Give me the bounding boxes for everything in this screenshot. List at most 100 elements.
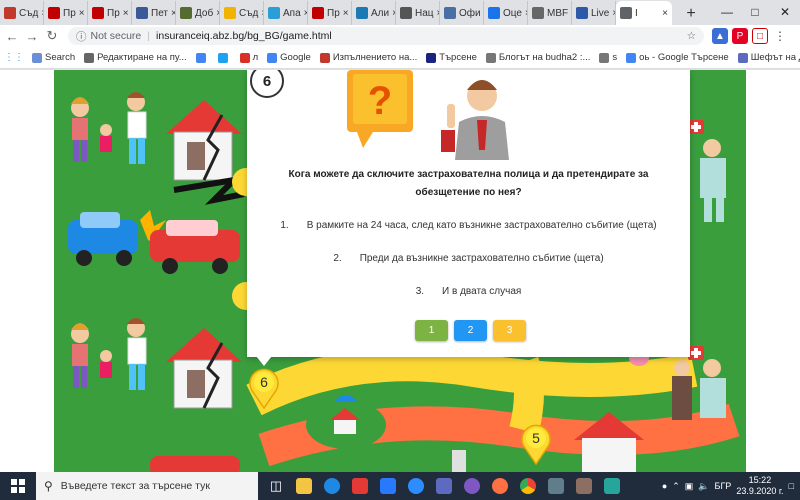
bookmark-item[interactable]: Шефът на ДАИ изб... [737,52,800,63]
browser-tab[interactable]: Апа× [264,1,308,25]
bookmark-item[interactable]: Search [32,52,75,63]
bookmark-favicon-icon [84,52,95,63]
browser-tab[interactable]: Live× [572,1,616,25]
bookmark-list: Search Редактиране на пу... л Google Изпълне… [32,52,800,63]
bookmark-item[interactable]: оь - Google Търсене [626,52,729,63]
chevron-up-icon[interactable]: ⌃ [672,481,680,492]
address-bar[interactable]: ⓘ Not secure | insuranceiq.abz.bg/bg_BG/… [68,27,704,45]
browser-tab[interactable]: Съд× [220,1,264,25]
close-window-button[interactable]: ✕ [770,0,800,24]
tab-close-icon[interactable]: × [662,8,668,19]
browser-tab[interactable]: Оце× [484,1,528,25]
people-icon[interactable]: ● [662,481,667,491]
bookmark-item[interactable] [217,52,231,63]
zoom-icon[interactable] [402,472,430,500]
board-marker-6[interactable]: 6 [247,366,281,410]
viber-icon[interactable] [458,472,486,500]
car-crash-illustration [68,210,240,274]
separator: | [147,30,151,42]
question-illustration: ? [347,70,509,160]
bookmark-item[interactable]: л [239,52,258,63]
family-illustration-2 [71,318,242,472]
security-label: Not secure [90,30,142,42]
browser-tab[interactable]: Нац× [396,1,440,25]
notification-icon[interactable]: □ [789,481,794,491]
reload-icon[interactable]: ↻ [42,26,62,46]
tab-favicon-icon [488,7,500,19]
tab-close-icon[interactable]: × [123,8,129,19]
tab-favicon-icon [444,7,456,19]
clock[interactable]: 15:22 23.9.2020 г. [736,475,783,497]
browser-tab[interactable]: Пр × [44,1,88,25]
bookmarks-bar: ⋮⋮ Search Редактиране на пу... л Google Изпъ… [0,47,800,69]
clock-date: 23.9.2020 г. [736,486,784,496]
extension-icon[interactable]: ▲ [712,28,728,44]
answer-number: 3. [415,286,425,297]
chrome-icon[interactable] [514,472,542,500]
tab-label: Пет [151,7,168,19]
forward-icon[interactable]: → [22,26,42,46]
tab-favicon-icon [268,7,280,19]
task-view-icon[interactable]: ◫ [262,472,290,500]
store-icon[interactable] [346,472,374,500]
bookmark-item[interactable]: Изпълнението на... [319,52,417,63]
answer-buttons: 1 2 3 [415,320,526,341]
tab-favicon-icon [312,7,324,19]
pinterest-icon[interactable]: P [732,28,748,44]
tab-favicon-icon [4,7,16,19]
bookmark-star-icon[interactable]: ☆ [687,30,696,42]
browser-tab[interactable]: Съд× [0,1,44,25]
tab-favicon-icon [92,7,104,19]
file-explorer-icon[interactable] [290,472,318,500]
bookmark-item[interactable]: Блогът на budha2 :... [485,52,590,63]
network-icon[interactable]: ▣ [685,481,694,492]
info-icon[interactable]: ⓘ [76,29,87,44]
apps-icon[interactable]: ⋮⋮ [4,52,24,63]
tab-close-icon[interactable]: × [79,8,85,19]
bookmark-item[interactable]: Google [267,52,311,63]
tab-favicon-icon [400,7,412,19]
taskbar-search[interactable]: ⚲ Въведете текст за търсене тук [36,472,258,500]
browser-tab[interactable]: MBF× [528,1,572,25]
bookmark-item[interactable] [195,52,209,63]
board-marker-5[interactable]: 5 [519,422,553,466]
browser-tab[interactable]: Али× [352,1,396,25]
paint-icon[interactable] [598,472,626,500]
browser-tab[interactable]: Пр × [88,1,132,25]
extension-box-icon[interactable]: □ [752,28,768,44]
browser-tab[interactable]: I × [616,1,672,25]
web-page: 6 5 ? 6 Кога можете да сключите застрахо… [0,70,800,472]
tab-label: Апа [283,7,301,19]
bookmark-label: Google [280,52,311,63]
maximize-button[interactable]: □ [740,0,770,24]
language-indicator[interactable]: БГР [715,481,732,491]
answer-button-3[interactable]: 3 [493,320,526,341]
windows-start-icon[interactable] [0,472,36,500]
back-icon[interactable]: ← [2,26,22,46]
edge-icon[interactable] [318,472,346,500]
bookmark-favicon-icon [217,52,228,63]
taskbar: ⚲ Въведете текст за търсене тук ◫ ● ⌃ ▣ … [0,472,800,500]
answer-button-1[interactable]: 1 [415,320,448,341]
browser-tab[interactable]: Пет× [132,1,176,25]
photos-icon[interactable] [542,472,570,500]
minimize-button[interactable]: — [712,0,742,24]
browser-tab[interactable]: Офи× [440,1,484,25]
app-icon[interactable] [570,472,598,500]
browser-tab[interactable]: Пр × [308,1,352,25]
bookmark-item[interactable]: Търсене [426,52,477,63]
tab-close-icon[interactable]: × [343,8,349,19]
volume-icon[interactable]: 🔈 [698,481,709,492]
answer-button-2[interactable]: 2 [454,320,487,341]
chrome-icon-1[interactable] [486,472,514,500]
tab-favicon-icon [224,7,236,19]
bookmark-item[interactable]: ѕ [599,52,617,63]
mail-icon[interactable] [374,472,402,500]
teams-icon[interactable] [430,472,458,500]
new-tab-button[interactable]: + [680,3,702,25]
search-icon: ⚲ [44,479,53,493]
bookmark-item[interactable]: Редактиране на пу... [84,52,187,63]
menu-icon[interactable]: ⋮ [772,28,788,44]
browser-tab[interactable]: Доб× [176,1,220,25]
bookmark-label: Search [45,52,76,63]
